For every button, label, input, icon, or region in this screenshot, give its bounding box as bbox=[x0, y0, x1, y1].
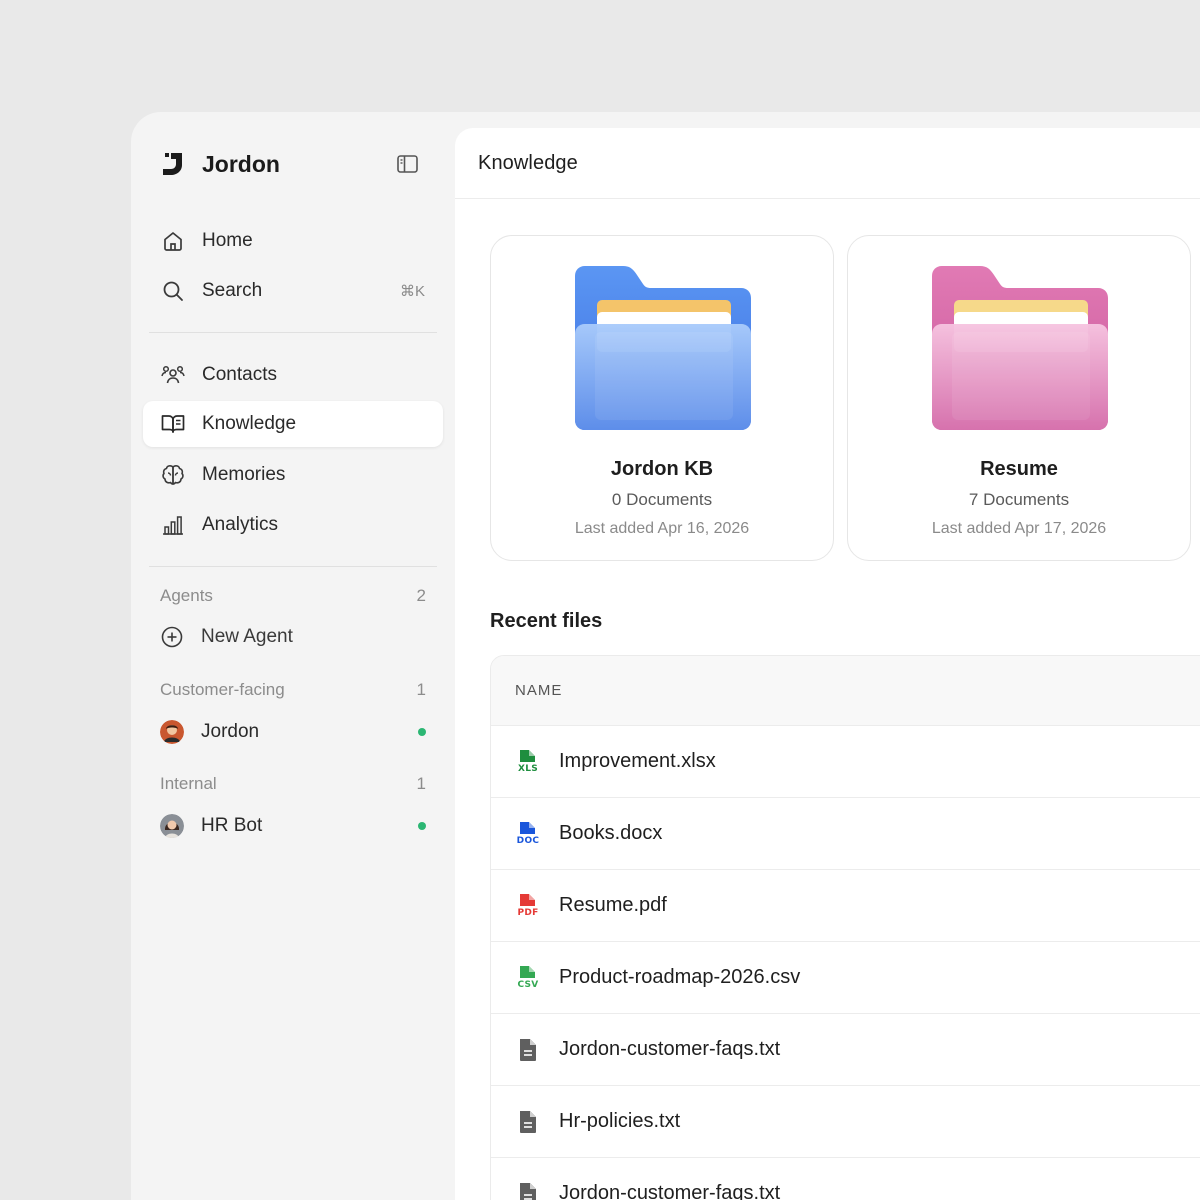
book-open-icon bbox=[161, 412, 185, 436]
column-header-name[interactable]: NAME bbox=[515, 682, 562, 699]
search-icon bbox=[161, 279, 185, 303]
contacts-icon bbox=[161, 363, 185, 387]
section-count: 2 bbox=[416, 586, 426, 605]
blue-folder-icon bbox=[575, 266, 751, 430]
table-row[interactable]: Jordon-customer-faqs.txt bbox=[491, 1014, 1200, 1086]
sidebar-item-search[interactable]: Search ⌘K bbox=[143, 268, 443, 314]
sidebar-toggle-icon[interactable] bbox=[395, 152, 419, 176]
agent-name: HR Bot bbox=[201, 815, 263, 836]
file-type-label: DOC bbox=[516, 835, 540, 846]
brand-name: Jordon bbox=[202, 150, 280, 177]
doc-file-icon: DOC bbox=[515, 821, 541, 847]
plus-circle-icon bbox=[160, 625, 184, 649]
folder-document-count: 7 Documents bbox=[968, 490, 1070, 509]
file-name: Hr-policies.txt bbox=[559, 1110, 681, 1132]
sidebar-item-label: Memories bbox=[202, 464, 286, 485]
group-count: 1 bbox=[416, 774, 426, 793]
brain-icon bbox=[161, 463, 185, 487]
group-header-customer-facing: Customer-facing 1 bbox=[160, 680, 426, 700]
table-row[interactable]: XLS Improvement.xlsx bbox=[491, 726, 1200, 798]
table-row[interactable]: Jordon-customer-faqs.txt bbox=[491, 1158, 1200, 1200]
agent-item-hr-bot[interactable]: HR Bot bbox=[143, 806, 443, 846]
txt-file-icon bbox=[515, 1037, 541, 1063]
sidebar-item-home[interactable]: Home bbox=[143, 218, 443, 264]
search-shortcut: ⌘K bbox=[399, 283, 425, 300]
sidebar: Jordon Home Search ⌘K Contacts Knowledge… bbox=[131, 112, 455, 1200]
brand[interactable]: Jordon bbox=[160, 150, 280, 178]
csv-file-icon: CSV bbox=[515, 965, 541, 991]
avatar bbox=[160, 720, 184, 744]
group-count: 1 bbox=[416, 680, 426, 699]
file-name: Improvement.xlsx bbox=[559, 750, 716, 772]
sidebar-item-label: Search bbox=[202, 280, 263, 301]
table-row[interactable]: Hr-policies.txt bbox=[491, 1086, 1200, 1158]
pdf-file-icon: PDF bbox=[515, 893, 541, 919]
table-body: XLS Improvement.xlsx DOC Books.docx PDF Resum… bbox=[491, 726, 1200, 1200]
sidebar-item-label: Contacts bbox=[202, 364, 277, 385]
divider bbox=[149, 332, 437, 333]
new-agent-label: New Agent bbox=[201, 626, 293, 647]
online-status-indicator bbox=[418, 728, 426, 736]
folder-last-added: Last added Apr 16, 2026 bbox=[574, 520, 750, 537]
sidebar-item-label: Analytics bbox=[202, 514, 279, 535]
recent-files-table: NAME XLS Improvement.xlsx DOC Books.docx PDF… bbox=[490, 655, 1200, 1200]
sidebar-item-label: Knowledge bbox=[202, 413, 297, 434]
app-window: Jordon Home Search ⌘K Contacts Knowledge… bbox=[131, 112, 1200, 1200]
sidebar-item-knowledge[interactable]: Knowledge bbox=[143, 401, 443, 447]
sidebar-item-contacts[interactable]: Contacts bbox=[143, 352, 443, 398]
folder-name: Jordon KB bbox=[610, 458, 714, 480]
txt-file-icon bbox=[515, 1181, 541, 1200]
file-type-label: PDF bbox=[517, 907, 539, 918]
file-name: Jordon-customer-faqs.txt bbox=[559, 1182, 781, 1200]
recent-files-title: Recent files bbox=[490, 610, 603, 632]
online-status-indicator bbox=[418, 822, 426, 830]
brand-logo-icon bbox=[161, 153, 182, 175]
table-header: NAME bbox=[491, 656, 1200, 726]
main-header: Knowledge bbox=[455, 128, 1200, 199]
sidebar-item-analytics[interactable]: Analytics bbox=[143, 502, 443, 548]
main-panel: Knowledge Jordon KB 0 Documents Last add… bbox=[455, 128, 1200, 1200]
file-name: Jordon-customer-faqs.txt bbox=[559, 1038, 781, 1060]
pink-folder-icon bbox=[932, 266, 1108, 430]
folder-card-jordon-kb[interactable]: Jordon KB 0 Documents Last added Apr 16,… bbox=[490, 235, 834, 561]
folder-document-count: 0 Documents bbox=[611, 490, 713, 509]
new-agent-button[interactable]: New Agent bbox=[143, 617, 443, 657]
table-row[interactable]: DOC Books.docx bbox=[491, 798, 1200, 870]
file-name: Product-roadmap-2026.csv bbox=[559, 966, 801, 988]
file-name: Resume.pdf bbox=[559, 894, 667, 916]
divider bbox=[149, 566, 437, 567]
bar-chart-icon bbox=[161, 513, 185, 537]
table-row[interactable]: CSV Product-roadmap-2026.csv bbox=[491, 942, 1200, 1014]
table-row[interactable]: PDF Resume.pdf bbox=[491, 870, 1200, 942]
txt-file-icon bbox=[515, 1109, 541, 1135]
group-label: Internal bbox=[160, 774, 217, 793]
avatar bbox=[160, 814, 184, 838]
agents-section-header: Agents 2 bbox=[160, 586, 426, 606]
folder-card-resume[interactable]: Resume 7 Documents Last added Apr 17, 20… bbox=[847, 235, 1191, 561]
folder-last-added: Last added Apr 17, 2026 bbox=[931, 520, 1107, 537]
sidebar-item-memories[interactable]: Memories bbox=[143, 452, 443, 498]
folder-name: Resume bbox=[980, 458, 1058, 480]
section-label: Agents bbox=[160, 586, 213, 605]
sidebar-item-label: Home bbox=[202, 230, 253, 251]
agent-name: Jordon bbox=[201, 721, 260, 742]
agent-item-jordon[interactable]: Jordon bbox=[143, 712, 443, 752]
file-type-label: XLS bbox=[517, 763, 539, 774]
page-title: Knowledge bbox=[478, 151, 578, 174]
xls-file-icon: XLS bbox=[515, 749, 541, 775]
home-icon bbox=[161, 229, 185, 253]
group-label: Customer-facing bbox=[160, 680, 285, 699]
file-name: Books.docx bbox=[559, 822, 663, 844]
group-header-internal: Internal 1 bbox=[160, 774, 426, 794]
file-type-label: CSV bbox=[517, 979, 539, 990]
